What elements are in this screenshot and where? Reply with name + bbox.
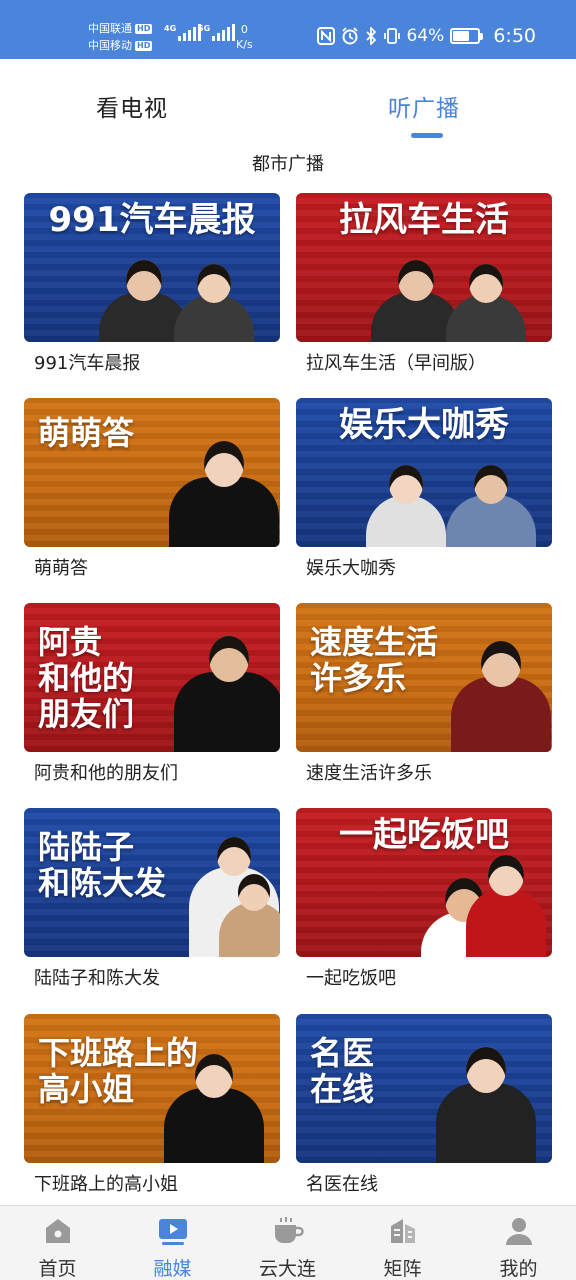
program-banner-title: 名医 在线 — [310, 1034, 375, 1108]
program-card[interactable]: 名医 在线 名医在线 — [296, 1014, 552, 1196]
alarm-icon — [341, 27, 358, 45]
program-thumbnail[interactable]: 名医 在线 — [296, 1014, 552, 1163]
program-card[interactable]: 下班路上的 高小姐下班路上的高小姐 — [24, 1014, 280, 1196]
nav-cloud-dalian[interactable]: 云大连 — [230, 1206, 345, 1280]
bluetooth-icon — [365, 27, 376, 45]
nav-matrix[interactable]: 矩阵 — [345, 1206, 460, 1280]
status-time: 6:50 — [493, 25, 536, 47]
carrier-info: 中国联通 HD 中国移动 HD — [88, 20, 153, 54]
program-banner-title: 991汽车晨报 — [48, 200, 256, 240]
tab-active-indicator — [411, 133, 443, 138]
status-bar: 中国联通 HD 中国移动 HD 4G 5G 0 K/s 64% 6:50 — [0, 0, 576, 59]
host-photo — [169, 441, 279, 547]
nav-home[interactable]: 首页 — [0, 1206, 115, 1280]
program-card[interactable]: 娱乐大咖秀 娱乐大咖秀 — [296, 398, 552, 580]
program-title: 991汽车晨报 — [34, 353, 141, 374]
media-play-icon — [159, 1219, 187, 1245]
top-tabs: 看电视 听广播 — [0, 59, 576, 144]
cup-icon — [275, 1217, 304, 1243]
home-icon — [46, 1219, 70, 1243]
carrier-2: 中国移动 — [88, 39, 132, 52]
status-icons: 64% 6:50 — [316, 25, 536, 47]
signal-icon-2: 5G — [198, 24, 235, 41]
nav-mine[interactable]: 我的 — [461, 1206, 576, 1280]
battery-icon — [450, 28, 484, 44]
program-banner-title: 娱乐大咖秀 — [339, 405, 509, 445]
program-banner-title: 阿贵 和他的 朋友们 — [38, 623, 135, 733]
program-title: 一起吃饭吧 — [306, 968, 396, 989]
program-title: 拉风车生活（早间版） — [306, 353, 486, 374]
program-banner-title: 速度生活 许多乐 — [310, 623, 439, 697]
host-photo — [446, 465, 536, 547]
matrix-icon — [391, 1219, 415, 1243]
program-card[interactable]: 阿贵 和他的 朋友们阿贵和他的朋友们 — [24, 603, 280, 785]
net-speed: 0 K/s — [236, 23, 253, 51]
bottom-nav: 首页 融媒 云大连 矩阵 我的 — [0, 1205, 576, 1280]
host-photo — [451, 641, 551, 752]
program-banner-title: 下班路上的 高小姐 — [38, 1034, 199, 1108]
host-photo — [219, 874, 280, 957]
nav-media[interactable]: 融媒 — [115, 1206, 230, 1280]
host-photo — [466, 855, 546, 957]
program-title: 速度生活许多乐 — [306, 763, 432, 784]
program-title: 娱乐大咖秀 — [306, 558, 396, 579]
program-title: 萌萌答 — [34, 558, 88, 579]
hd-badge: HD — [135, 23, 153, 34]
program-title: 下班路上的高小姐 — [34, 1174, 178, 1195]
program-banner-title: 一起吃饭吧 — [339, 815, 509, 855]
host-photo — [174, 636, 280, 752]
tab-tv[interactable]: 看电视 — [96, 89, 168, 123]
carrier-1: 中国联通 — [88, 22, 132, 35]
host-photo — [446, 264, 526, 342]
program-card[interactable]: 萌萌答 萌萌答 — [24, 398, 280, 580]
program-thumbnail[interactable]: 991汽车晨报 — [24, 193, 280, 342]
host-photo — [174, 264, 254, 342]
host-photo — [366, 465, 446, 547]
program-title: 名医在线 — [306, 1174, 378, 1195]
tab-radio[interactable]: 听广播 — [388, 89, 460, 123]
program-card[interactable]: 991汽车晨报 991汽车晨报 — [24, 193, 280, 375]
nfc-icon — [316, 27, 335, 45]
program-title: 陆陆子和陈大发 — [34, 968, 160, 989]
program-card[interactable]: 陆陆子 和陈大发陆陆子和陈大发 — [24, 808, 280, 990]
program-thumbnail[interactable]: 陆陆子 和陈大发 — [24, 808, 280, 957]
host-photo — [436, 1047, 536, 1163]
program-thumbnail[interactable]: 娱乐大咖秀 — [296, 398, 552, 547]
program-banner-title: 陆陆子 和陈大发 — [38, 828, 167, 902]
program-thumbnail[interactable]: 阿贵 和他的 朋友们 — [24, 603, 280, 752]
program-thumbnail[interactable]: 一起吃饭吧 — [296, 808, 552, 957]
program-thumbnail[interactable]: 拉风车生活 — [296, 193, 552, 342]
vibrate-icon — [383, 28, 400, 44]
battery-percent: 64% — [406, 26, 445, 46]
program-thumbnail[interactable]: 下班路上的 高小姐 — [24, 1014, 280, 1163]
section-title: 都市广播 — [252, 154, 324, 175]
program-thumbnail[interactable]: 速度生活 许多乐 — [296, 603, 552, 752]
program-banner-title: 拉风车生活 — [339, 200, 509, 240]
program-thumbnail[interactable]: 萌萌答 — [24, 398, 280, 547]
program-card[interactable]: 速度生活 许多乐速度生活许多乐 — [296, 603, 552, 785]
program-banner-title: 萌萌答 — [38, 414, 135, 452]
program-card[interactable]: 拉风车生活拉风车生活（早间版） — [296, 193, 552, 375]
program-title: 阿贵和他的朋友们 — [34, 763, 178, 784]
hd-badge: HD — [135, 40, 153, 51]
user-icon — [506, 1218, 532, 1245]
program-card[interactable]: 一起吃饭吧 一起吃饭吧 — [296, 808, 552, 990]
